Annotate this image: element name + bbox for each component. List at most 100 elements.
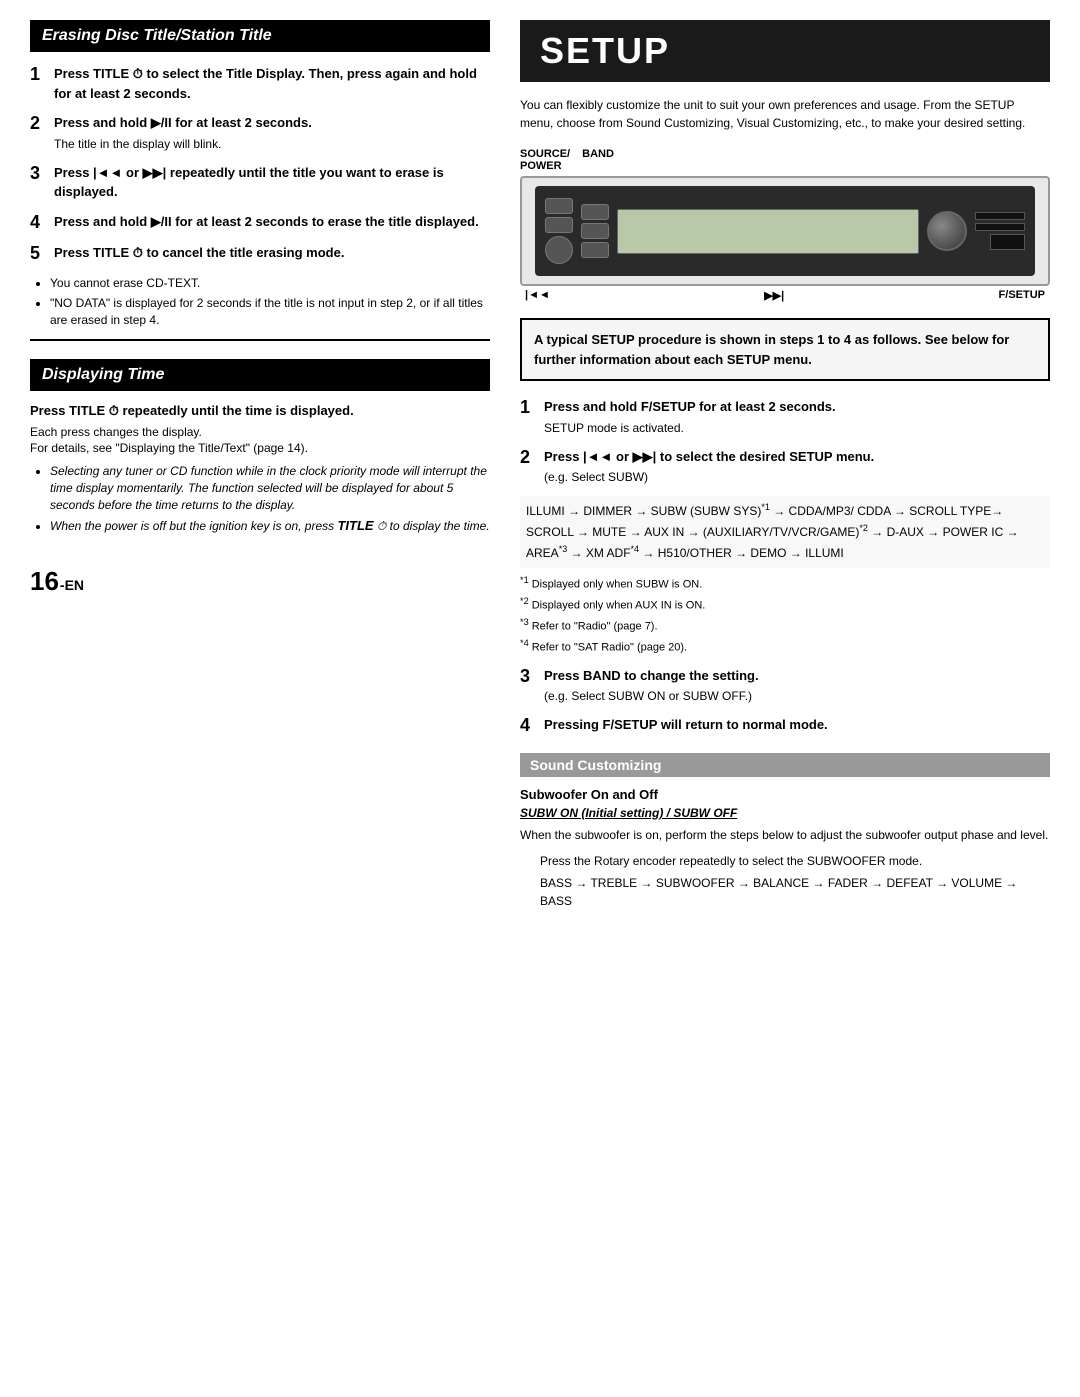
setup-step-2-number: 2	[520, 447, 536, 469]
erasing-bullets: You cannot erase CD-TEXT. "NO DATA" is d…	[50, 275, 490, 329]
setup-step-3-content: Press BAND to change the setting. (e.g. …	[544, 666, 1050, 706]
step-1-content: Press TITLE ⏱ to select the Title Displa…	[54, 64, 490, 103]
step-4-number: 4	[30, 212, 46, 234]
subwoofer-title: Subwoofer On and Off	[520, 787, 1050, 802]
subwoofer-flow: BASS → TREBLE → SUBWOOFER → BALANCE → FA…	[540, 874, 1050, 910]
setup-step-1-content: Press and hold F/SETUP for at least 2 se…	[544, 397, 1050, 437]
device-center-buttons	[581, 204, 609, 258]
setup-step-3: 3 Press BAND to change the setting. (e.g…	[520, 666, 1050, 706]
setup-step-1-text: Press and hold F/SETUP for at least 2 se…	[544, 397, 1050, 417]
sound-customizing-section: Sound Customizing Subwoofer On and Off S…	[520, 753, 1050, 910]
device-body	[535, 186, 1035, 276]
band-label: BAND	[582, 148, 614, 172]
footnote-4: *4 Refer to "SAT Radio" (page 20).	[520, 637, 1050, 656]
step-4-text: Press and hold ▶/II for at least 2 secon…	[54, 212, 490, 232]
device-bottom-labels: |◄◄ ▶▶| F/SETUP	[520, 289, 1050, 302]
for-details-text: For details, see "Displaying the Title/T…	[30, 441, 490, 455]
device-btn-round	[545, 236, 573, 264]
footnote-3: *3 Refer to "Radio" (page 7).	[520, 616, 1050, 635]
source-power-label: SOURCE/POWER	[520, 148, 570, 172]
setup-step-4-content: Pressing F/SETUP will return to normal m…	[544, 715, 1050, 735]
step-3-text: Press |◄◄ or ▶▶| repeatedly until the ti…	[54, 163, 490, 202]
step-5: 5 Press TITLE ⏱ to cancel the title eras…	[30, 243, 490, 265]
step-2-text: Press and hold ▶/II for at least 2 secon…	[54, 113, 490, 133]
step-3-content: Press |◄◄ or ▶▶| repeatedly until the ti…	[54, 163, 490, 202]
erasing-section-header: Erasing Disc Title/Station Title	[30, 20, 490, 52]
footnote-1: *1 Displayed only when SUBW is ON.	[520, 574, 1050, 593]
setup-step-3-text: Press BAND to change the setting.	[544, 666, 1050, 686]
device-btn-2	[545, 217, 573, 233]
device-right-section	[975, 212, 1025, 250]
indented-block: Press the Rotary encoder repeatedly to s…	[540, 852, 1050, 910]
step-1: 1 Press TITLE ⏱ to select the Title Disp…	[30, 64, 490, 103]
step-4-content: Press and hold ▶/II for at least 2 secon…	[54, 212, 490, 232]
setup-step-3-number: 3	[520, 666, 536, 688]
each-press-text: Each press changes the display.	[30, 425, 490, 439]
device-image	[520, 176, 1050, 286]
time-bullets: Selecting any tuner or CD function while…	[50, 463, 490, 536]
step-2: 2 Press and hold ▶/II for at least 2 sec…	[30, 113, 490, 153]
indented-text-1: Press the Rotary encoder repeatedly to s…	[540, 852, 1050, 870]
left-column: Erasing Disc Title/Station Title 1 Press…	[30, 20, 490, 914]
step-4: 4 Press and hold ▶/II for at least 2 sec…	[30, 212, 490, 234]
page-num-main: 16	[30, 566, 59, 597]
device-center-btn-1	[581, 204, 609, 220]
setup-intro: You can flexibly customize the unit to s…	[520, 96, 1050, 132]
step-5-content: Press TITLE ⏱ to cancel the title erasin…	[54, 243, 490, 263]
bottom-left-label: |◄◄	[525, 289, 550, 302]
time-bullet-2: When the power is off but the ignition k…	[50, 517, 490, 535]
right-column: SETUP You can flexibly customize the uni…	[520, 20, 1050, 914]
setup-title: SETUP	[520, 20, 1050, 82]
device-slot-2	[975, 223, 1025, 231]
device-labels: SOURCE/POWER BAND	[520, 148, 1050, 172]
device-left-buttons	[545, 198, 573, 264]
step-5-number: 5	[30, 243, 46, 265]
time-bullet-1: Selecting any tuner or CD function while…	[50, 463, 490, 513]
setup-step-4: 4 Pressing F/SETUP will return to normal…	[520, 715, 1050, 737]
bottom-right-label: F/SETUP	[999, 289, 1045, 302]
device-slot-1	[975, 212, 1025, 220]
page-layout: Erasing Disc Title/Station Title 1 Press…	[30, 20, 1050, 914]
step-5-text: Press TITLE ⏱ to cancel the title erasin…	[54, 243, 490, 263]
subwoofer-desc: When the subwoofer is on, perform the st…	[520, 826, 1050, 844]
subwoofer-subtitle: SUBW ON (Initial setting) / SUBW OFF	[520, 806, 1050, 820]
device-knob	[927, 211, 967, 251]
displaying-time-header: Displaying Time	[30, 359, 490, 391]
setup-step-1: 1 Press and hold F/SETUP for at least 2 …	[520, 397, 1050, 437]
step-3-number: 3	[30, 163, 46, 185]
step-1-number: 1	[30, 64, 46, 86]
setup-step-2: 2 Press |◄◄ or ▶▶| to select the desired…	[520, 447, 1050, 487]
device-slot-3	[990, 234, 1025, 250]
displaying-time-title: Displaying Time	[42, 366, 164, 383]
flow-text: ILLUMI → DIMMER → SUBW (SUBW SYS)*1 → CD…	[520, 496, 1050, 568]
setup-step-1-number: 1	[520, 397, 536, 419]
setup-step-2-text: Press |◄◄ or ▶▶| to select the desired S…	[544, 447, 1050, 467]
page-num-suffix: -EN	[60, 577, 84, 593]
step-2-content: Press and hold ▶/II for at least 2 secon…	[54, 113, 490, 153]
info-box: A typical SETUP procedure is shown in st…	[520, 318, 1050, 381]
section-divider	[30, 339, 490, 341]
setup-step-4-text: Pressing F/SETUP will return to normal m…	[544, 715, 1050, 735]
bullet-2: "NO DATA" is displayed for 2 seconds if …	[50, 295, 490, 329]
device-area: SOURCE/POWER BAND	[520, 148, 1050, 302]
footnote-2: *2 Displayed only when AUX IN is ON.	[520, 595, 1050, 614]
bullet-1: You cannot erase CD-TEXT.	[50, 275, 490, 292]
press-title-line: Press TITLE ⏱ repeatedly until the time …	[30, 403, 490, 419]
bottom-middle-label: ▶▶|	[764, 289, 784, 302]
step-1-text: Press TITLE ⏱ to select the Title Displa…	[54, 64, 490, 103]
step-2-number: 2	[30, 113, 46, 135]
device-center-btn-3	[581, 242, 609, 258]
setup-step-3-sub: (e.g. Select SUBW ON or SUBW OFF.)	[544, 687, 1050, 705]
setup-step-1-sub: SETUP mode is activated.	[544, 419, 1050, 437]
device-display	[617, 209, 919, 254]
setup-step-2-sub: (e.g. Select SUBW)	[544, 468, 1050, 486]
footnotes: *1 Displayed only when SUBW is ON. *2 Di…	[520, 574, 1050, 656]
step-2-sub: The title in the display will blink.	[54, 135, 490, 153]
setup-step-2-content: Press |◄◄ or ▶▶| to select the desired S…	[544, 447, 1050, 487]
page-number: 16-EN	[30, 566, 490, 597]
step-3: 3 Press |◄◄ or ▶▶| repeatedly until the …	[30, 163, 490, 202]
displaying-time-section: Displaying Time Press TITLE ⏱ repeatedly…	[30, 359, 490, 536]
setup-step-4-number: 4	[520, 715, 536, 737]
sound-customizing-header: Sound Customizing	[520, 753, 1050, 777]
erasing-title: Erasing Disc Title/Station Title	[42, 27, 272, 44]
